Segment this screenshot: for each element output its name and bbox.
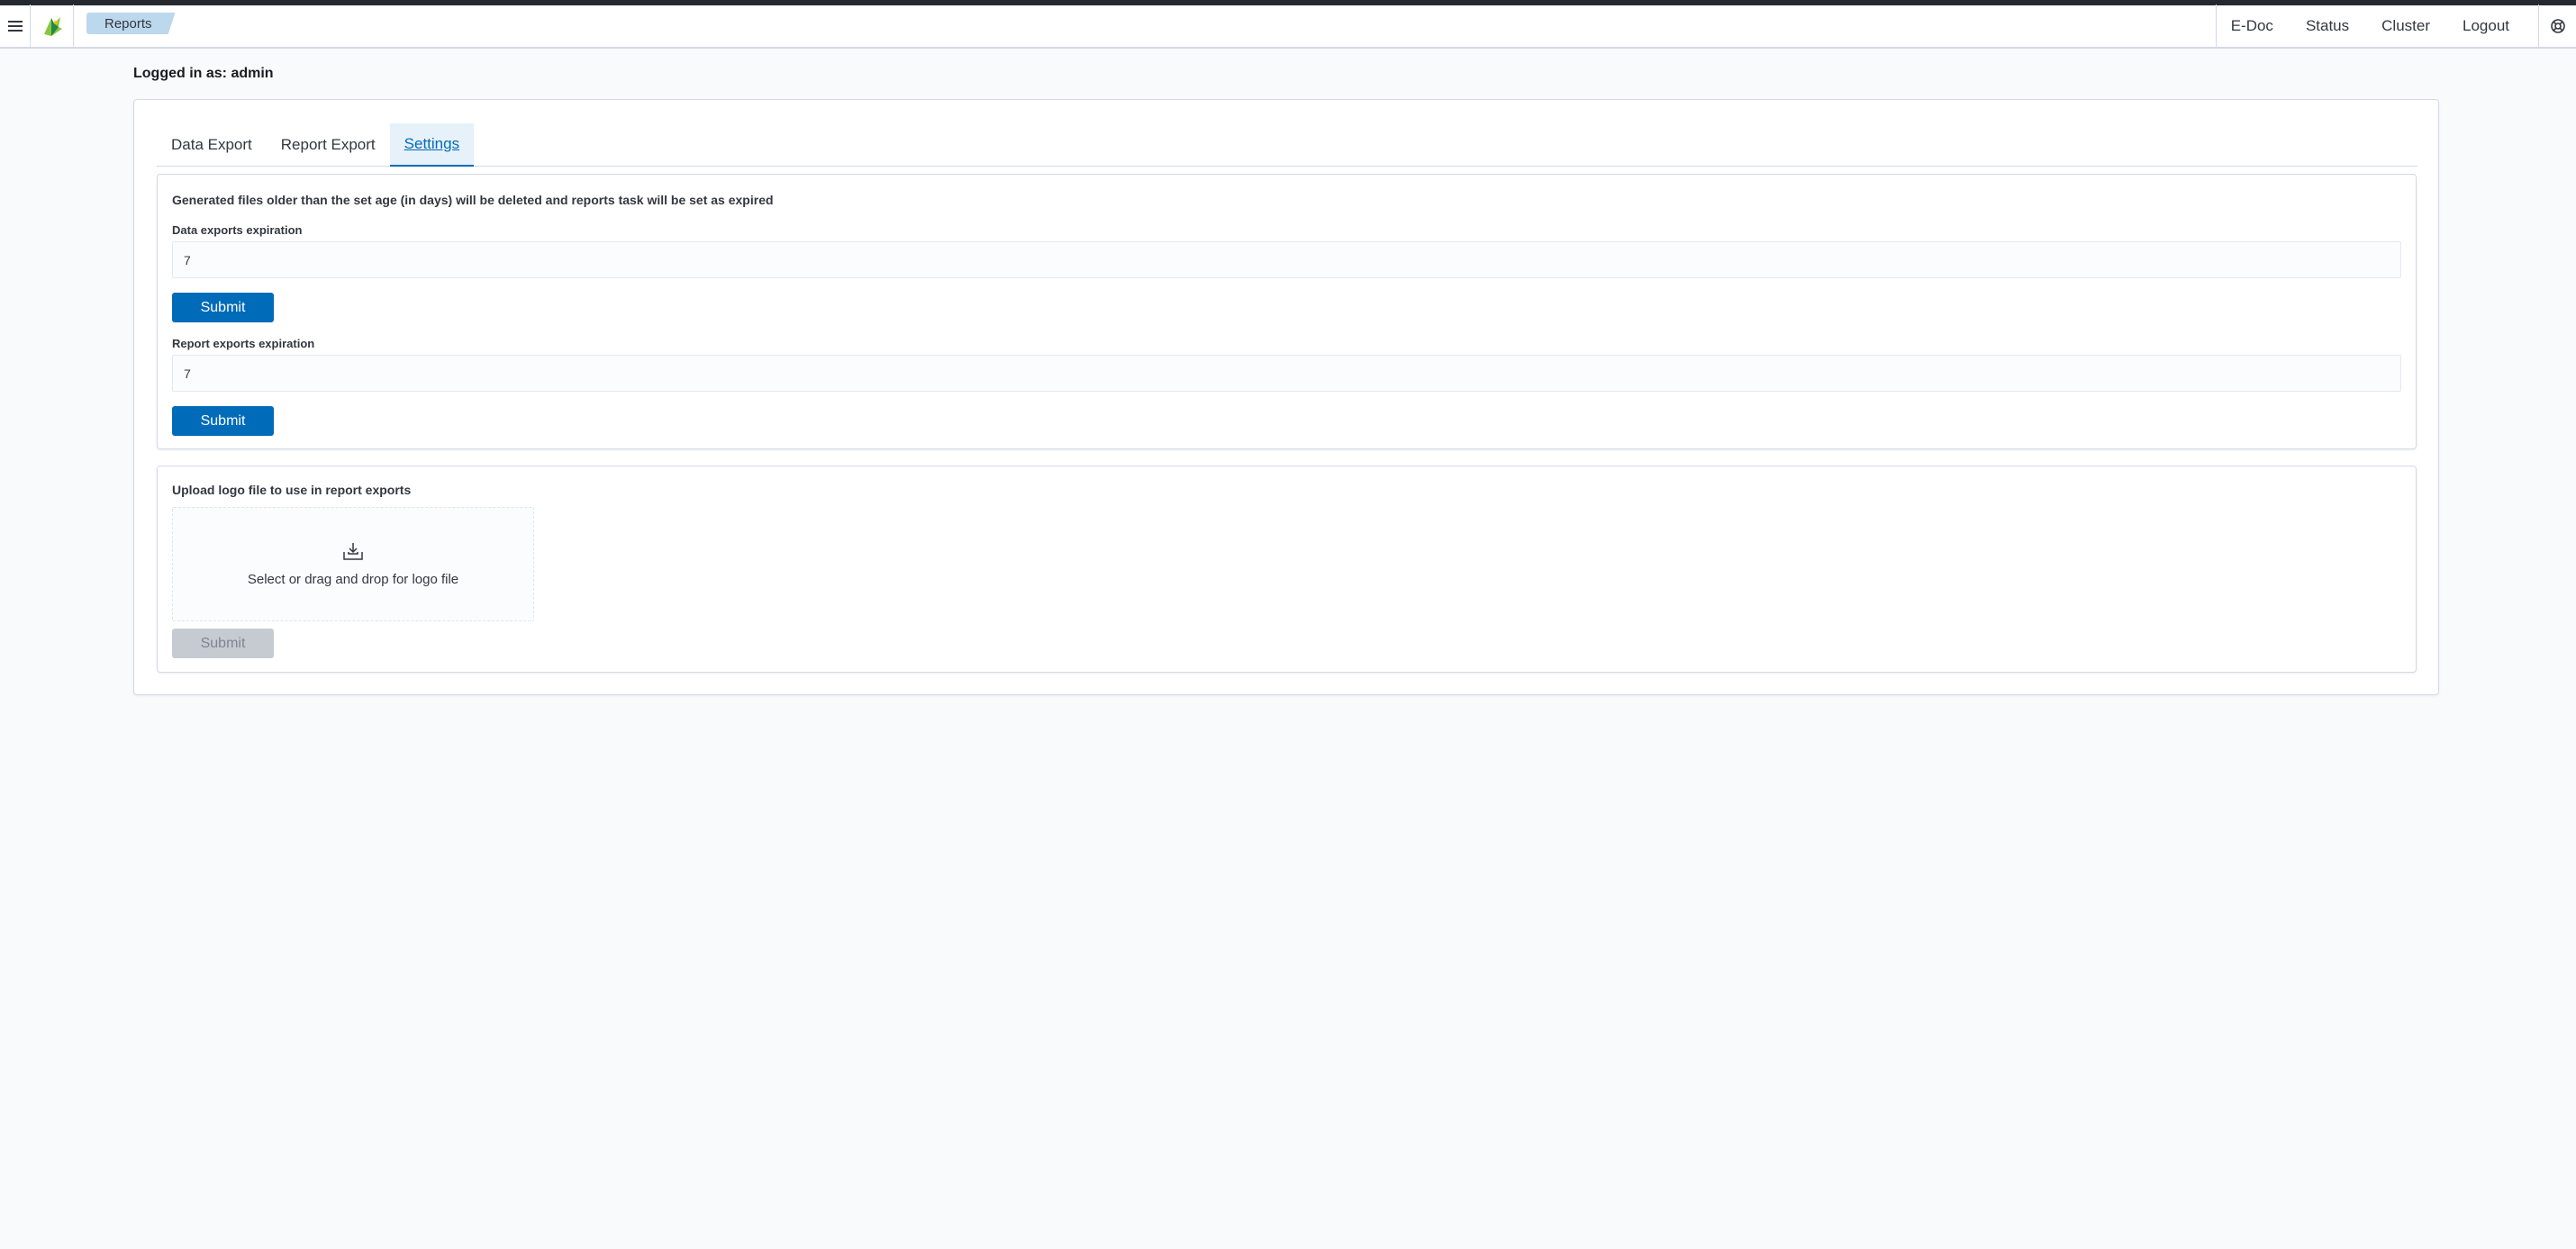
expiration-settings-title: Generated files older than the set age (…: [172, 193, 774, 207]
help-ring-icon: [2550, 19, 2565, 33]
dropzone-text: Select or drag and drop for logo file: [247, 572, 459, 587]
logo-upload-title: Upload logo file to use in report export…: [172, 483, 412, 497]
expiration-settings-card: Generated files older than the set age (…: [157, 174, 2417, 449]
tab-settings[interactable]: Settings: [389, 123, 475, 167]
breadcrumb-reports[interactable]: Reports: [86, 13, 176, 34]
logo-icon: [43, 17, 62, 36]
nav-status[interactable]: Status: [2290, 5, 2365, 48]
hamburger-icon: [7, 21, 23, 32]
report-exports-submit-button[interactable]: Submit: [172, 406, 274, 436]
tab-bar: Data Export Report Export Settings: [157, 123, 2417, 167]
nav-edoc[interactable]: E-Doc: [2215, 5, 2290, 48]
app-header: Reports E-Doc Status Cluster Logout: [0, 5, 2576, 49]
help-button[interactable]: [2538, 5, 2576, 48]
data-exports-expiration-label: Data exports expiration: [172, 223, 303, 237]
tab-report-export[interactable]: Report Export: [267, 123, 390, 167]
download-tray-icon: [343, 543, 363, 560]
nav-cluster[interactable]: Cluster: [2365, 5, 2446, 48]
report-exports-expiration-input[interactable]: [172, 355, 2401, 392]
menu-button[interactable]: [0, 5, 31, 48]
data-exports-expiration-input[interactable]: [172, 241, 2401, 278]
tab-data-export[interactable]: Data Export: [157, 123, 267, 167]
logo-submit-button[interactable]: Submit: [172, 629, 274, 658]
logged-in-user: Logged in as: admin: [133, 66, 274, 81]
app-logo[interactable]: [31, 5, 74, 48]
nav-logout[interactable]: Logout: [2446, 5, 2526, 48]
report-exports-expiration-label: Report exports expiration: [172, 337, 315, 350]
logo-dropzone[interactable]: Select or drag and drop for logo file: [172, 507, 534, 621]
logo-upload-card: Upload logo file to use in report export…: [157, 466, 2417, 673]
data-exports-submit-button[interactable]: Submit: [172, 293, 274, 322]
header-nav: E-Doc Status Cluster Logout: [2215, 5, 2576, 48]
reports-panel: Data Export Report Export Settings Gener…: [133, 99, 2439, 695]
